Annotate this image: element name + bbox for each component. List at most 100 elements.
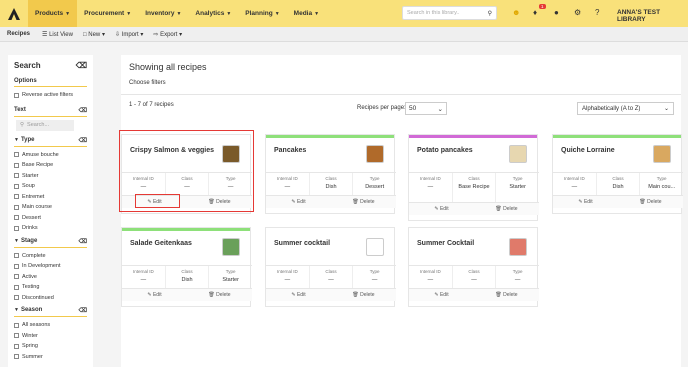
checkbox[interactable] bbox=[14, 253, 19, 259]
search-icon[interactable]: ⚲ bbox=[488, 10, 492, 17]
bell-icon[interactable]: ♦ bbox=[533, 8, 537, 17]
edit-button[interactable]: ✎ Edit bbox=[409, 289, 474, 301]
triangle-down-icon[interactable]: ▼ bbox=[14, 238, 19, 244]
checkbox[interactable] bbox=[14, 263, 19, 269]
meta-value: — bbox=[140, 277, 147, 283]
meta-value: — bbox=[571, 184, 578, 190]
edit-button[interactable]: ✎ Edit bbox=[409, 203, 474, 215]
edit-button[interactable]: ✎ Edit bbox=[266, 196, 331, 208]
recipe-thumbnail bbox=[366, 145, 384, 163]
delete-button[interactable]: 🗑 Delete bbox=[331, 289, 396, 301]
triangle-down-icon[interactable]: ▼ bbox=[14, 137, 19, 143]
list-view-button[interactable]: ☰ List View bbox=[37, 31, 78, 38]
filter-option[interactable]: Base Recipe bbox=[14, 160, 87, 171]
library-name[interactable]: ANNA'S TEST LIBRARY bbox=[617, 9, 688, 23]
eraser-icon[interactable]: ⌫ bbox=[79, 238, 87, 245]
sidebar-search-input[interactable]: ⚲ Search... bbox=[16, 119, 74, 131]
checkbox[interactable] bbox=[14, 152, 19, 158]
nav-products[interactable]: Products ▼ bbox=[28, 0, 78, 27]
checkbox[interactable] bbox=[14, 173, 19, 179]
checkbox[interactable] bbox=[14, 225, 19, 231]
recipe-card[interactable]: Summer Cocktail Internal ID — Class — Type — ✎ … bbox=[408, 227, 539, 307]
checkbox[interactable] bbox=[14, 333, 19, 339]
users-icon[interactable]: ☻ bbox=[512, 8, 520, 17]
filter-option[interactable]: Testing bbox=[14, 282, 87, 293]
new-button[interactable]: □ New ▾ bbox=[78, 31, 110, 38]
nav-inventory[interactable]: Inventory ▼ bbox=[138, 0, 188, 27]
recipe-card[interactable]: Summer cocktail Internal ID — Class — Type — ✎ … bbox=[265, 227, 396, 307]
edit-button[interactable]: ✎ Edit bbox=[553, 196, 618, 208]
checkbox[interactable] bbox=[14, 183, 19, 189]
checkbox[interactable] bbox=[14, 92, 19, 98]
filter-option[interactable]: All seasons bbox=[14, 320, 87, 331]
eraser-icon[interactable]: ⌫ bbox=[79, 107, 87, 114]
chevron-down-icon: ⌄ bbox=[437, 105, 443, 113]
checkbox[interactable] bbox=[14, 204, 19, 210]
sort-select[interactable]: Alphabetically (A to Z) ⌄ bbox=[577, 102, 674, 115]
checkbox[interactable] bbox=[14, 215, 19, 221]
eraser-icon[interactable]: ⌫ bbox=[76, 61, 87, 70]
global-search-input[interactable]: Search in this library.. ⚲ bbox=[402, 6, 497, 20]
delete-button[interactable]: 🗑 Delete bbox=[618, 196, 683, 208]
filter-option[interactable]: Summer bbox=[14, 352, 87, 363]
app-logo[interactable] bbox=[0, 0, 28, 27]
filter-option[interactable]: Entremet bbox=[14, 192, 87, 203]
delete-button[interactable]: 🗑 Delete bbox=[474, 289, 539, 301]
nav-media[interactable]: Media ▼ bbox=[287, 0, 326, 27]
filter-option-label: Testing bbox=[22, 284, 40, 291]
chat-icon[interactable]: ● bbox=[554, 8, 559, 17]
checkbox[interactable] bbox=[14, 284, 19, 290]
recipe-name[interactable]: Salade Geitenkaas bbox=[130, 240, 192, 247]
filter-option[interactable]: Main course bbox=[14, 202, 87, 213]
checkbox[interactable] bbox=[14, 295, 19, 301]
filter-option[interactable]: Discontinued bbox=[14, 293, 87, 304]
checkbox[interactable] bbox=[14, 343, 19, 349]
delete-button[interactable]: 🗑 Delete bbox=[331, 196, 396, 208]
recipe-card[interactable]: Quiche Lorraine Internal ID — Class Dish Type… bbox=[552, 134, 683, 214]
filter-option[interactable]: Winter bbox=[14, 331, 87, 342]
reverse-filters-checkbox[interactable]: Reverse active filters bbox=[14, 90, 87, 101]
export-button[interactable]: ⇨ Export ▾ bbox=[148, 31, 187, 38]
nav-analytics[interactable]: Analytics ▼ bbox=[188, 0, 238, 27]
checkbox[interactable] bbox=[14, 322, 19, 328]
filter-option[interactable]: Drinks bbox=[14, 223, 87, 234]
triangle-down-icon[interactable]: ▼ bbox=[14, 307, 19, 313]
filter-option-label: Base Recipe bbox=[22, 162, 54, 169]
filter-option[interactable]: Complete bbox=[14, 251, 87, 262]
recipe-name[interactable]: Pancakes bbox=[274, 147, 306, 154]
import-button[interactable]: ⇩ Import ▾ bbox=[110, 31, 148, 38]
checkbox[interactable] bbox=[14, 162, 19, 168]
recipe-name[interactable]: Quiche Lorraine bbox=[561, 147, 615, 154]
checkbox[interactable] bbox=[14, 354, 19, 360]
nav-planning[interactable]: Planning ▼ bbox=[238, 0, 286, 27]
nav-procurement[interactable]: Procurement ▼ bbox=[77, 0, 138, 27]
delete-button[interactable]: 🗑 Delete bbox=[474, 203, 539, 215]
recipe-card[interactable]: Potato pancakes Internal ID — Class Base Rec… bbox=[408, 134, 539, 221]
edit-button[interactable]: ✎ Edit bbox=[122, 289, 187, 301]
gear-icon[interactable]: ⚙ bbox=[574, 8, 581, 17]
filter-option[interactable]: Active bbox=[14, 272, 87, 283]
checkbox[interactable] bbox=[14, 274, 19, 280]
filter-option[interactable]: Amuse bouche bbox=[14, 150, 87, 161]
help-icon[interactable]: ? bbox=[595, 8, 599, 17]
filter-option[interactable]: In Development bbox=[14, 261, 87, 272]
sub-toolbar: Recipes ☰ List View □ New ▾ ⇩ Import ▾ ⇨… bbox=[0, 27, 688, 42]
recipe-name[interactable]: Summer cocktail bbox=[274, 240, 330, 247]
filter-option[interactable]: Spring bbox=[14, 341, 87, 352]
filter-option[interactable]: Dessert bbox=[14, 213, 87, 224]
recipe-name[interactable]: Potato pancakes bbox=[417, 147, 473, 154]
eraser-icon[interactable]: ⌫ bbox=[79, 137, 87, 144]
season-filter-list: All seasons Winter Spring Summer bbox=[14, 320, 87, 362]
delete-button[interactable]: 🗑 Delete bbox=[187, 289, 252, 301]
recipe-card[interactable]: Pancakes Internal ID — Class Dish Type Dessert… bbox=[265, 134, 396, 214]
edit-button[interactable]: ✎ Edit bbox=[266, 289, 331, 301]
filter-option[interactable]: Soup bbox=[14, 181, 87, 192]
checkbox[interactable] bbox=[14, 194, 19, 200]
per-page-select[interactable]: 50 ⌄ bbox=[405, 102, 447, 115]
recipe-card[interactable]: Salade Geitenkaas Internal ID — Class Dish Ty… bbox=[121, 227, 252, 307]
recipe-meta: Internal ID — Class — Type — bbox=[409, 265, 539, 288]
recipe-name[interactable]: Summer Cocktail bbox=[417, 240, 474, 247]
filter-option[interactable]: Starter bbox=[14, 171, 87, 182]
eraser-icon[interactable]: ⌫ bbox=[79, 307, 87, 314]
choose-filters-link[interactable]: Choose filters bbox=[129, 80, 166, 86]
